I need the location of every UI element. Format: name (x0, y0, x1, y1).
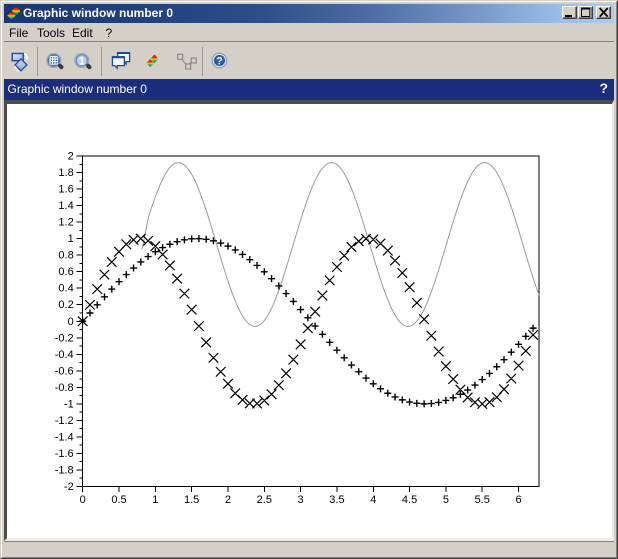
svg-text:3: 3 (298, 494, 304, 506)
svg-text:5: 5 (443, 494, 449, 506)
svg-text:2: 2 (68, 151, 74, 163)
svg-text:2: 2 (225, 494, 231, 506)
svg-text:-1.4: -1.4 (55, 431, 74, 443)
svg-text:-0.4: -0.4 (55, 349, 74, 361)
svg-text:1.5: 1.5 (184, 494, 199, 506)
svg-text:0.4: 0.4 (58, 283, 73, 295)
svg-text:-1.2: -1.2 (55, 415, 74, 427)
svg-text:1: 1 (79, 55, 85, 67)
svg-text:1.8: 1.8 (58, 167, 73, 179)
svg-text:1: 1 (68, 233, 74, 245)
svg-text:1.4: 1.4 (58, 200, 73, 212)
svg-text:1.2: 1.2 (58, 217, 73, 229)
svg-text:6: 6 (515, 494, 521, 506)
svg-text:-1.8: -1.8 (55, 464, 74, 476)
svg-text:4.5: 4.5 (402, 494, 417, 506)
svg-text:0: 0 (80, 494, 86, 506)
svg-text:5.5: 5.5 (475, 494, 490, 506)
svg-text:-0.8: -0.8 (55, 382, 74, 394)
svg-text:-1.6: -1.6 (55, 448, 74, 460)
svg-text:?: ? (217, 56, 224, 68)
svg-text:1.6: 1.6 (58, 184, 73, 196)
svg-text:3.5: 3.5 (329, 494, 344, 506)
svg-text:-0.6: -0.6 (55, 365, 74, 377)
svg-text:0.6: 0.6 (58, 266, 73, 278)
svg-text:0.5: 0.5 (111, 494, 126, 506)
svg-text:0: 0 (68, 316, 74, 328)
svg-text:1: 1 (152, 494, 158, 506)
svg-text:-2: -2 (64, 481, 74, 493)
svg-text:4: 4 (370, 494, 376, 506)
svg-text:-1: -1 (64, 398, 74, 410)
svg-text:0.8: 0.8 (58, 250, 73, 262)
svg-text:2.5: 2.5 (257, 494, 272, 506)
svg-text:-0.2: -0.2 (55, 332, 74, 344)
svg-text:0.2: 0.2 (58, 299, 73, 311)
